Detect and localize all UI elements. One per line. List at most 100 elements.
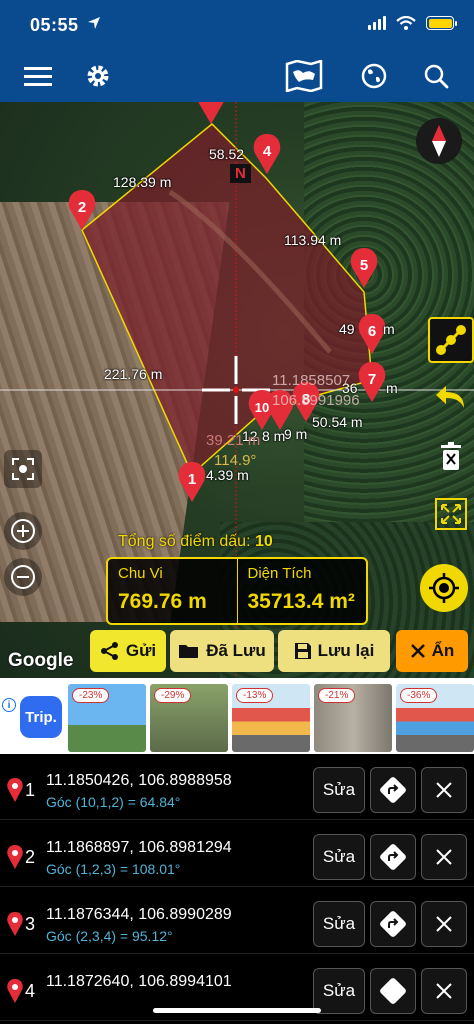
distance-label-3-4: 58.52 [209, 146, 245, 162]
fit-bounds-button[interactable] [428, 491, 474, 537]
point-marker: 1 [6, 778, 35, 802]
ad-thumb[interactable]: -21% [314, 684, 392, 752]
distance-label-8-9: 9 m [284, 426, 308, 442]
hide-label: Ẩn [431, 641, 455, 660]
directions-button[interactable] [370, 767, 416, 813]
live-distance-label: 39.21 m [206, 432, 261, 449]
marker-4: 4 [253, 134, 281, 174]
ad-thumb[interactable]: -23% [68, 684, 146, 752]
svg-text:5: 5 [360, 257, 368, 274]
focus-icon [12, 458, 34, 480]
svg-text:10: 10 [255, 400, 269, 415]
perimeter-label: Chu Vi [118, 565, 163, 582]
north-indicator: N [230, 164, 251, 183]
delete-button[interactable] [421, 834, 467, 880]
svg-text:1: 1 [188, 471, 196, 488]
undo-button[interactable] [428, 375, 474, 421]
google-logo: Google [8, 650, 74, 671]
crosshair-latitude: 11.1858507 [272, 372, 351, 389]
close-icon [436, 782, 452, 798]
map-layers-icon[interactable] [284, 60, 324, 92]
gear-icon[interactable] [82, 60, 114, 92]
directions-button[interactable] [370, 834, 416, 880]
svg-text:2: 2 [78, 199, 86, 216]
point-coordinates: 11.1872640, 106.8994101 [46, 973, 232, 990]
marker-3 [197, 102, 225, 124]
point-marker: 3 [6, 912, 35, 936]
points-list: 1 11.1850426, 106.8988958 Góc (10,1,2) =… [0, 754, 474, 1024]
save-icon [294, 643, 311, 659]
point-angle: Góc (1,2,3) = 108.01° [46, 861, 181, 877]
perimeter-value: 769.76 m [118, 590, 207, 613]
focus-button[interactable] [4, 450, 42, 488]
svg-text:6: 6 [368, 323, 376, 340]
discount-badge: -13% [236, 688, 274, 703]
ad-thumbnails: -23% -29% -13% -21% -36% [68, 684, 474, 752]
point-count-label: Tổng số điểm dấu: [118, 533, 251, 550]
ad-thumb[interactable]: -29% [150, 684, 228, 752]
undo-icon [436, 386, 464, 408]
point-number: 2 [25, 846, 36, 867]
zoom-out-button[interactable] [4, 558, 42, 596]
my-location-button[interactable] [420, 564, 468, 612]
distance-label-7-8: 50.54 m [312, 414, 363, 430]
send-label: Gửi [125, 641, 157, 660]
edit-button[interactable]: Sửa [313, 834, 365, 880]
send-button[interactable]: Gửi [90, 630, 166, 672]
hide-button[interactable]: Ẩn [396, 630, 468, 672]
map-pin-icon [7, 845, 23, 869]
minus-icon [11, 565, 35, 589]
crosshair-bearing: 114.9° [214, 452, 257, 469]
saved-label: Đã Lưu [206, 641, 266, 660]
directions-icon [380, 978, 406, 1004]
zoom-in-button[interactable] [4, 512, 42, 550]
map-tools [428, 317, 474, 549]
compass-icon [432, 125, 446, 157]
status-time: 05:55 [30, 15, 79, 35]
ad-thumb[interactable]: -36% [396, 684, 474, 752]
battery-icon [426, 16, 457, 30]
list-item: 3 11.1876344, 106.8990289 Góc (2,3,4) = … [0, 888, 474, 954]
edit-button[interactable]: Sửa [313, 767, 365, 813]
saved-button[interactable]: Đã Lưu [170, 630, 274, 672]
home-indicator[interactable] [153, 1008, 321, 1013]
map-view[interactable]: 1 2 4 5 6 7 8 10 58.52 128.39 m 113.94 m… [0, 102, 474, 678]
top-bar: 05:55 [0, 0, 474, 102]
edit-button[interactable]: Sửa [313, 901, 365, 947]
delete-button[interactable] [421, 901, 467, 947]
edit-button[interactable]: Sửa [313, 968, 365, 1014]
distance-label-9-10-unit: 8 m [262, 428, 286, 444]
search-icon[interactable] [420, 60, 452, 92]
menu-icon[interactable] [22, 60, 54, 92]
point-number: 4 [25, 980, 36, 1001]
distance-label-4-5: 113.94 m [284, 232, 342, 248]
status-bar: 05:55 [0, 0, 474, 52]
polygon-tool-button[interactable] [428, 317, 474, 363]
close-icon [436, 983, 452, 999]
point-coordinates: 11.1850426, 106.8988958 [46, 772, 232, 789]
trash-icon [441, 442, 461, 470]
save-button[interactable]: Lưu lại [278, 630, 390, 672]
delete-button[interactable] [421, 767, 467, 813]
directions-button[interactable] [370, 901, 416, 947]
distance-label-2-3: 128.39 m [113, 174, 172, 190]
perimeter-cell: Chu Vi 769.76 m [108, 559, 237, 623]
area-cell: Diện Tích 35713.4 m² [236, 559, 367, 623]
trip-logo[interactable]: Trip. [20, 696, 62, 738]
directions-button[interactable] [370, 968, 416, 1014]
delete-point-button[interactable] [428, 433, 474, 479]
discount-badge: -29% [154, 688, 192, 703]
compass-button[interactable] [416, 118, 462, 164]
ad-info-icon[interactable]: i [2, 698, 16, 712]
ad-banner[interactable]: i Trip. -23% -29% -13% -21% -36% [0, 678, 474, 754]
point-coordinates: 11.1868897, 106.8981294 [46, 839, 232, 856]
discount-badge: -36% [400, 688, 438, 703]
share-icon [100, 642, 118, 660]
marker-7: 7 [358, 362, 386, 402]
delete-button[interactable] [421, 968, 467, 1014]
globe-icon[interactable] [358, 60, 390, 92]
list-item: 1 11.1850426, 106.8988958 Góc (10,1,2) =… [0, 754, 474, 820]
ad-thumb[interactable]: -13% [232, 684, 310, 752]
nav-bar [0, 52, 474, 100]
folder-icon [179, 645, 199, 658]
